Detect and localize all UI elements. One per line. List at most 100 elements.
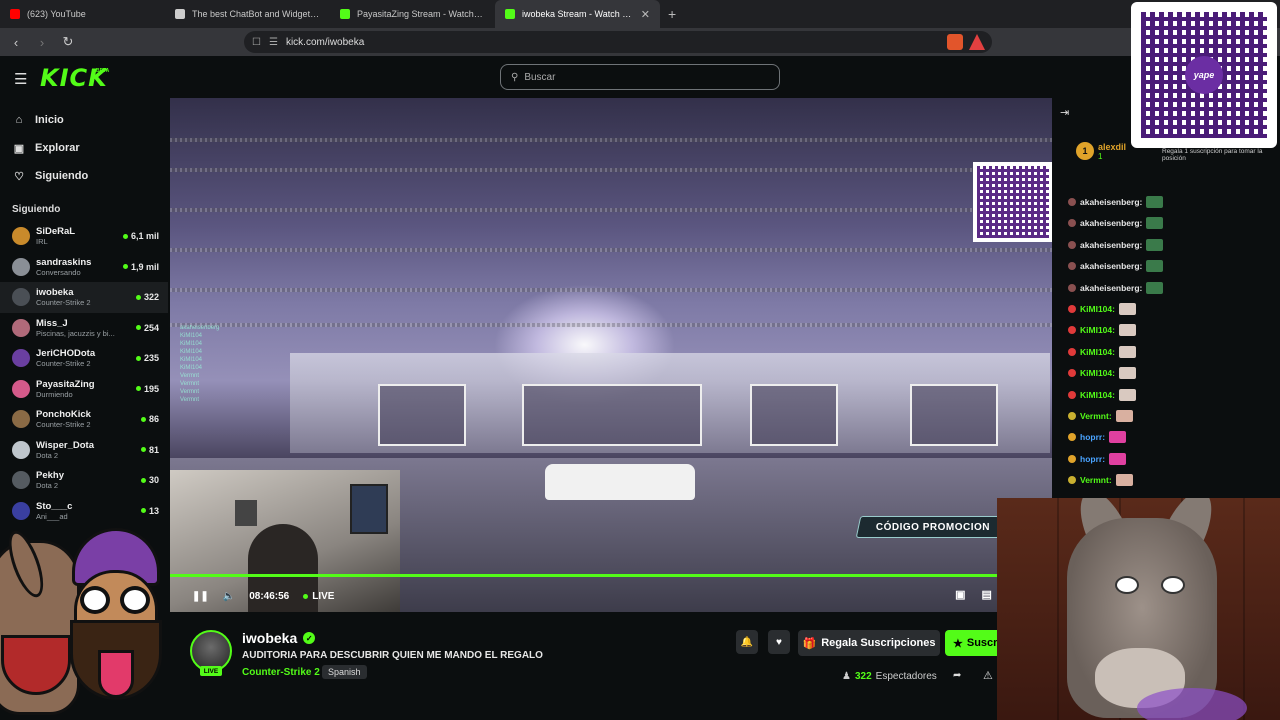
channel-name: JeriCHODota bbox=[36, 348, 96, 360]
chat-username[interactable]: Vermnt: bbox=[1080, 475, 1112, 485]
verified-icon: ✓ bbox=[303, 632, 316, 644]
share-icon[interactable]: ➦ bbox=[953, 670, 961, 681]
channel-viewers: 6,1 mil bbox=[122, 231, 159, 242]
close-tab-icon[interactable]: ✕ bbox=[641, 8, 650, 21]
search-placeholder: Buscar bbox=[524, 71, 556, 83]
emote-icon bbox=[1118, 324, 1136, 337]
chat-username[interactable]: akaheisenberg: bbox=[1080, 197, 1142, 207]
menu-icon[interactable]: ☰ bbox=[14, 70, 27, 88]
back-icon[interactable]: ‹ bbox=[6, 35, 26, 50]
chat-username[interactable]: hoprr: bbox=[1080, 432, 1105, 442]
following-channel-list: SiDeRaL IRL 6,1 mil sandraskins Conversando 1… bbox=[0, 221, 168, 526]
bookmark-icon[interactable]: ☐ bbox=[252, 37, 261, 48]
following-section-title: Siguiendo bbox=[12, 204, 61, 215]
chat-username[interactable]: akaheisenberg: bbox=[1080, 240, 1142, 250]
sidebar-item-explorar[interactable]: ▣ Explorar bbox=[0, 134, 168, 162]
avatar bbox=[12, 471, 30, 490]
url-field[interactable]: ☐ ☰ kick.com/iwobeka bbox=[244, 31, 992, 53]
followed-channel[interactable]: Wisper_Dota Dota 2 81 bbox=[0, 435, 168, 466]
chat-username[interactable]: akaheisenberg: bbox=[1080, 261, 1142, 271]
emote-icon bbox=[1118, 388, 1136, 401]
streamer-name[interactable]: iwobeka bbox=[242, 630, 297, 646]
tab-title: The best ChatBot and Widgets for Ki bbox=[192, 9, 320, 19]
search-input[interactable]: ⚲ Buscar bbox=[500, 64, 780, 90]
tab-favicon-icon bbox=[10, 9, 20, 19]
followed-channel[interactable]: Miss_J Piscinas, jacuzzis y bi... 254 bbox=[0, 313, 168, 344]
yape-logo: yape bbox=[1185, 56, 1223, 94]
tab-favicon-icon bbox=[505, 9, 515, 19]
report-icon[interactable]: ⚠ bbox=[983, 669, 993, 682]
user-badge-icon bbox=[1068, 326, 1076, 335]
gift-subs-button[interactable]: 🎁 Regala Suscripciones bbox=[798, 630, 940, 656]
channel-meta: PayasitaZing Durmiendo bbox=[36, 379, 136, 399]
browser-tab[interactable]: (623) YouTube bbox=[0, 0, 165, 28]
followed-channel[interactable]: PonchoKick Counter-Strike 2 86 bbox=[0, 404, 168, 435]
chat-username[interactable]: KiMI104: bbox=[1080, 368, 1115, 378]
video-player[interactable]: akaheisenberg KiMI104 KiMI104 KiMI104 KiMI10… bbox=[170, 98, 1052, 612]
followed-channel[interactable]: SiDeRaL IRL 6,1 mil bbox=[0, 221, 168, 252]
followed-channel[interactable]: PayasitaZing Durmiendo 195 bbox=[0, 374, 168, 405]
followed-channel[interactable]: sandraskins Conversando 1,9 mil bbox=[0, 252, 168, 283]
notification-bell-button[interactable]: 🔔 bbox=[736, 630, 758, 654]
brave-shield-icon[interactable] bbox=[947, 34, 963, 50]
emote-icon bbox=[1118, 345, 1136, 358]
browser-tab[interactable]: The best ChatBot and Widgets for Ki bbox=[165, 0, 330, 28]
viewer-count-text: 195 bbox=[143, 383, 159, 394]
chat-username[interactable]: KiMI104: bbox=[1080, 390, 1115, 400]
miniplayer-icon[interactable]: ▣ bbox=[955, 588, 965, 601]
channel-meta: sandraskins Conversando bbox=[36, 257, 123, 277]
sidebar-item-siguiendo[interactable]: ♡ Siguiendo bbox=[0, 162, 168, 190]
live-dot-icon bbox=[140, 416, 146, 422]
channel-category: Conversando bbox=[36, 267, 81, 277]
avatar bbox=[12, 410, 30, 429]
emote-icon bbox=[1146, 260, 1164, 273]
channel-viewers: 235 bbox=[135, 353, 159, 363]
browser-tab[interactable]: PayasitaZing Stream - Watch Live bbox=[330, 0, 495, 28]
chat-username[interactable]: akaheisenberg: bbox=[1080, 283, 1142, 293]
channel-meta: Wisper_Dota Dota 2 bbox=[36, 440, 141, 460]
pause-icon[interactable]: ❚❚ bbox=[192, 591, 209, 602]
channel-name: PonchoKick bbox=[36, 409, 91, 421]
gift-sub-hint: Regala 1 suscripción para tomar la posic… bbox=[1162, 148, 1263, 162]
user-badge-icon bbox=[1068, 347, 1076, 356]
live-progress-bar[interactable] bbox=[170, 574, 1052, 577]
viewer-count-text: 322 bbox=[143, 292, 159, 303]
chat-message: KiMI104: bbox=[1068, 324, 1136, 337]
followed-channel[interactable]: iwobeka Counter-Strike 2 322 bbox=[0, 282, 168, 313]
volume-icon[interactable]: 🔈 bbox=[223, 591, 235, 602]
followed-channel[interactable]: Pekhy Dota 2 30 bbox=[0, 465, 168, 496]
browser-tab[interactable]: iwobeka Stream - Watch Live ✕ bbox=[495, 0, 660, 28]
avatar bbox=[12, 257, 30, 276]
chat-username[interactable]: KiMI104: bbox=[1080, 304, 1115, 314]
overlay-chat-line: KiMI104 bbox=[180, 365, 203, 371]
channel-name: iwobeka bbox=[36, 287, 74, 299]
tab-title: iwobeka Stream - Watch Live bbox=[522, 9, 634, 19]
chat-message: KiMI104: bbox=[1068, 303, 1136, 315]
channel-viewers: 322 bbox=[135, 292, 159, 303]
clip-icon[interactable]: ▤ bbox=[981, 588, 991, 601]
chat-username[interactable]: akaheisenberg: bbox=[1080, 218, 1142, 228]
collapse-chat-icon[interactable]: ⇥ bbox=[1060, 106, 1069, 119]
overlay-chat-line: Vermnt bbox=[180, 373, 200, 379]
channel-viewers: 86 bbox=[140, 414, 159, 424]
overlay-chat-line: KiMI104 bbox=[180, 349, 203, 355]
subscribe-button[interactable]: ★ Suscri bbox=[945, 630, 1005, 656]
chat-username[interactable]: hoprr: bbox=[1080, 454, 1105, 464]
follow-button[interactable]: ♥ bbox=[768, 630, 790, 654]
home-icon: ⌂ bbox=[15, 114, 23, 126]
sidebar-item-inicio[interactable]: ⌂ Inicio bbox=[0, 106, 168, 134]
viewer-count-text: 6,1 mil bbox=[130, 231, 159, 242]
chat-username[interactable]: Vermnt: bbox=[1080, 411, 1112, 421]
stream-category[interactable]: Counter-Strike 2 bbox=[242, 667, 320, 678]
chat-username[interactable]: KiMI104: bbox=[1080, 347, 1115, 357]
channel-viewers: 195 bbox=[135, 383, 159, 394]
pinned-user-name[interactable]: alexdil bbox=[1098, 142, 1126, 152]
new-tab-icon[interactable]: + bbox=[660, 6, 684, 22]
followed-channel[interactable]: JeriCHODota Counter-Strike 2 235 bbox=[0, 343, 168, 374]
language-tag[interactable]: Spanish bbox=[322, 665, 367, 679]
reload-icon[interactable]: ↻ bbox=[58, 34, 78, 50]
chat-username[interactable]: KiMI104: bbox=[1080, 325, 1115, 335]
tab-title: PayasitaZing Stream - Watch Live bbox=[357, 9, 485, 19]
site-settings-icon[interactable]: ☰ bbox=[269, 37, 278, 48]
forward-icon[interactable]: › bbox=[32, 35, 52, 50]
